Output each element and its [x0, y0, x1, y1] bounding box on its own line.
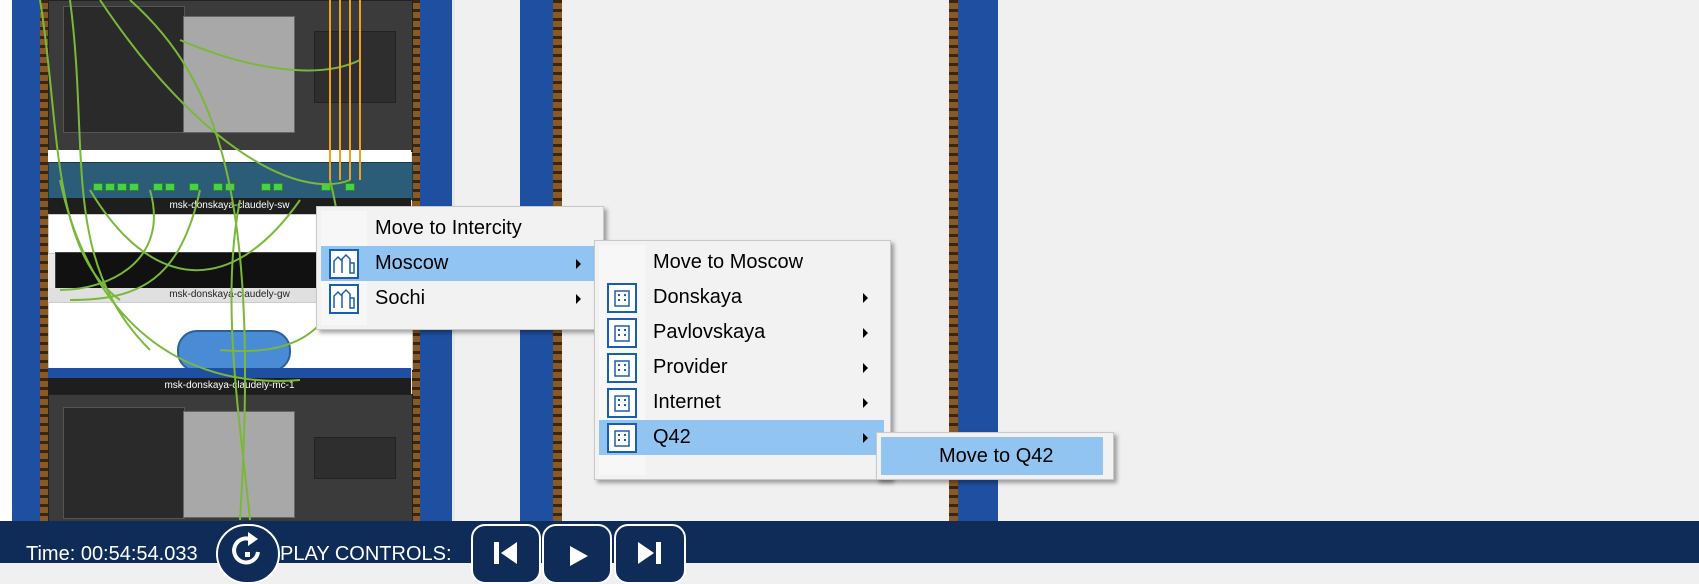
submenu-arrow-icon [863, 433, 868, 443]
mc-label: msk-donskaya-claudely-mc-1 [164, 380, 295, 391]
submenu-arrow-icon [576, 259, 581, 269]
bottom-bar: Time: 00:54:54.033 PLAY CONTROLS: [0, 521, 1699, 584]
menu-item-label: Internet [653, 391, 721, 413]
menu-item-move-to-q42[interactable]: Move to Q42 [881, 437, 1103, 475]
menu-item-donskaya[interactable]: Donskaya [599, 280, 884, 315]
context-menu-level1: Move to Intercity Moscow Sochi [316, 206, 604, 330]
menu-item-label: Q42 [653, 426, 691, 448]
menu-item-moscow[interactable]: Moscow [321, 246, 597, 281]
menu-item-label: Moscow [375, 252, 449, 274]
media-converter-device[interactable] [177, 330, 291, 372]
menu-item-move-to-moscow[interactable]: Move to Moscow [599, 245, 884, 280]
menu-item-label: Move to Moscow [653, 251, 804, 273]
context-menu-level3: Move to Q42 [876, 432, 1114, 480]
building-icon [607, 352, 637, 383]
menu-item-internet[interactable]: Internet [599, 385, 884, 420]
rack-1-left-pillar [12, 0, 40, 521]
submenu-arrow-icon [576, 294, 581, 304]
mc-label-bar: msk-donskaya-claudely-mc-1 [48, 378, 411, 394]
skip-back-icon [494, 542, 517, 564]
menu-item-move-to-intercity[interactable]: Move to Intercity [321, 211, 597, 246]
refresh-icon [232, 532, 260, 565]
submenu-arrow-icon [863, 293, 868, 303]
building-icon [607, 317, 637, 348]
city-icon [329, 248, 359, 279]
menu-item-label: Move to Intercity [375, 217, 522, 239]
menu-item-label: Provider [653, 356, 728, 378]
switch-device[interactable] [48, 162, 413, 200]
submenu-arrow-icon [863, 363, 868, 373]
menu-item-sochi[interactable]: Sochi [321, 281, 597, 316]
reset-time-button[interactable] [216, 524, 280, 584]
left-margin [0, 0, 12, 521]
top-chassis[interactable] [48, 0, 413, 152]
bottom-chassis[interactable] [48, 394, 413, 523]
play-icon [570, 546, 588, 566]
menu-item-label: Pavlovskaya [653, 321, 766, 343]
submenu-arrow-icon [863, 398, 868, 408]
play-button[interactable] [542, 524, 612, 584]
menu-item-provider[interactable]: Provider [599, 350, 884, 385]
submenu-arrow-icon [863, 328, 868, 338]
forward-button[interactable] [614, 524, 686, 584]
building-icon [607, 422, 637, 453]
building-icon [607, 282, 637, 313]
context-menu-level2: Move to Moscow Donskaya Pavlovskaya Prov… [594, 240, 891, 480]
menu-item-label: Move to Q42 [939, 444, 1054, 467]
menu-item-q42[interactable]: Q42 [599, 420, 884, 455]
city-icon [329, 283, 359, 314]
menu-item-label: Donskaya [653, 286, 742, 308]
skip-forward-icon [638, 542, 661, 564]
menu-item-label: Sochi [375, 287, 426, 309]
menu-item-pavlovskaya[interactable]: Pavlovskaya [599, 315, 884, 350]
building-icon [607, 387, 637, 418]
rack-1-left-rail [40, 0, 48, 521]
back-button[interactable] [471, 524, 541, 584]
